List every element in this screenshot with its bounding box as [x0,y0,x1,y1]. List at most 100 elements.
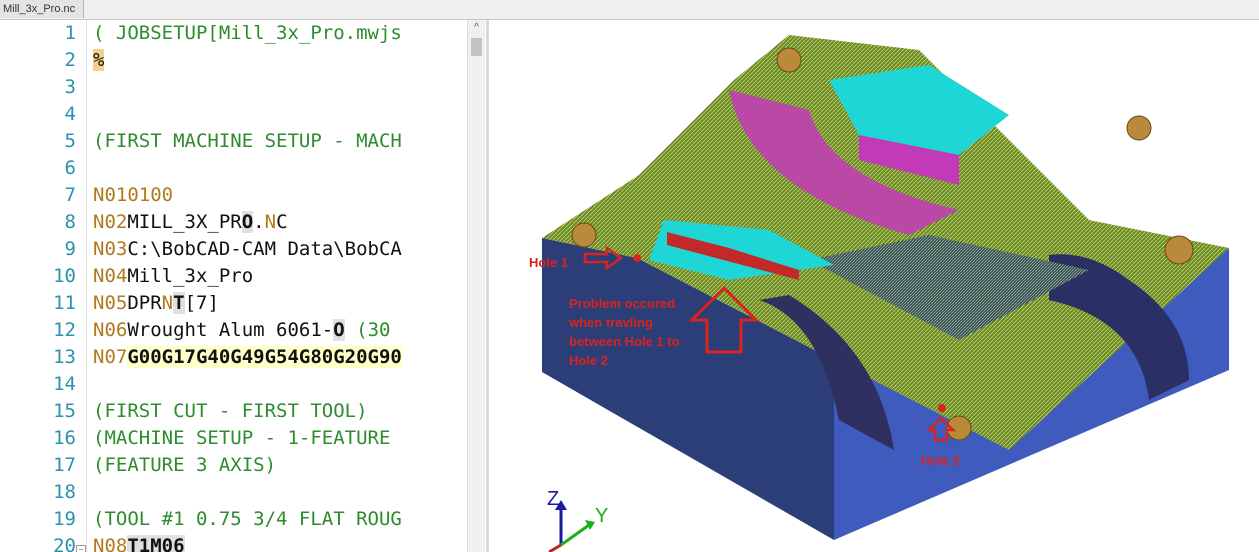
code-line[interactable]: 1 ( JOBSETUP[Mill_3x_Pro.mwjs [0,20,486,47]
code-token: N07 [93,346,128,368]
code-token: (FIRST CUT - FIRST TOOL) [93,400,368,422]
line-number: 6 [64,157,76,179]
code-line[interactable]: 19 (TOOL #1 0.75 3/4 FLAT ROUG [0,506,486,533]
code-token: N010100 [93,184,174,206]
code-text: (MACHINE SETUP - 1-FEATURE [93,425,467,452]
code-token: Mill_3x_Pro [127,265,254,287]
line-number: 9 [64,238,76,260]
axis-triad: Z Y [547,488,608,552]
axis-z-label: Z [547,488,559,510]
line-number: 13 [53,346,76,368]
cad-3d-viewport[interactable]: Hole 1 Problem occured when travling bet… [489,20,1259,552]
code-token: N06 [93,319,128,341]
code-text: N06Wrought Alum 6061-O (30 [93,317,467,344]
code-line[interactable]: 3 [0,74,486,101]
hole-1-marker [633,254,641,262]
line-number: 16 [53,427,76,449]
line-number: 3 [64,76,76,98]
hole-right [1164,235,1194,265]
code-token: N03 [93,238,128,260]
code-line[interactable]: 15 (FIRST CUT - FIRST TOOL) [0,398,486,425]
code-line[interactable]: 10 N04Mill_3x_Pro [0,263,486,290]
code-token: N [264,211,277,233]
code-line[interactable]: 13 N07G00G17G40G49G54G80G20G90 [0,344,486,371]
code-token: ( JOBSETUP[Mill_3x_Pro.mwjs [93,22,402,44]
line-number: 8 [64,211,76,233]
code-token: (30 [344,319,391,341]
tab-bar: Mill_3x_Pro.nc [0,0,1259,20]
code-token: (FEATURE 3 AXIS) [93,454,277,476]
line-number: 17 [53,454,76,476]
code-token: MILL_3X_PR [127,211,242,233]
code-token: T1M06 [127,535,185,552]
code-text: N05DPRNT[7] [93,290,467,317]
line-number: 18 [53,481,76,503]
code-token: . [253,211,265,233]
code-token: [7] [184,292,219,314]
line-number: 19 [53,508,76,530]
code-text: % [93,47,467,74]
code-line[interactable]: 11 N05DPRNT[7] [0,290,486,317]
fold-toggle-icon[interactable]: − [76,545,86,552]
code-token: T [173,292,185,314]
code-line[interactable]: 16 (MACHINE SETUP - 1-FEATURE [0,425,486,452]
code-token: N04 [93,265,128,287]
code-token: O [333,319,345,341]
code-line[interactable]: 6 [0,155,486,182]
code-text: N02MILL_3X_PRO.NC [93,209,467,236]
code-token: C [276,211,288,233]
code-text: (FIRST CUT - FIRST TOOL) [93,398,467,425]
code-token: (FIRST MACHINE SETUP - MACH [93,130,402,152]
code-token: N08 [93,535,128,552]
code-line[interactable]: 8 N02MILL_3X_PRO.NC [0,209,486,236]
code-line[interactable]: 17 (FEATURE 3 AXIS) [0,452,486,479]
code-text: N04Mill_3x_Pro [93,263,467,290]
code-line[interactable]: 14 [0,371,486,398]
problem-label-line-3: between Hole 1 to [569,334,680,349]
code-line[interactable]: 7 N010100 [0,182,486,209]
code-token: (MACHINE SETUP - 1-FEATURE [93,427,391,449]
code-line[interactable]: 12 N06Wrought Alum 6061-O (30 [0,317,486,344]
part-model-view: Hole 1 Problem occured when travling bet… [529,35,1229,552]
code-line[interactable]: 9 N03C:\BobCAD-CAM Data\BobCA [0,236,486,263]
nc-code-editor[interactable]: 1( JOBSETUP[Mill_3x_Pro.mwjs 2% 3 4 5 (FIRST … [0,20,486,552]
line-number: 10 [53,265,76,287]
code-token: N02 [93,211,128,233]
code-text: N08T1M06 [93,533,467,552]
code-line[interactable]: 18 [0,479,486,506]
vertical-scrollbar[interactable]: ^ [467,20,485,552]
hole-left [571,222,597,248]
code-token: C:\BobCAD-CAM Data\BobCA [127,238,402,260]
line-number: 2 [64,49,76,71]
line-number: 11 [53,292,76,314]
line-number: 15 [53,400,76,422]
code-token: O [241,211,254,233]
hole-top-right [1126,115,1152,141]
code-line[interactable]: 20 N08T1M06 [0,533,486,552]
code-text: N010100 [93,182,467,209]
code-token: G00G17G40G49G54G80G20G90 [127,346,402,368]
code-token: (TOOL #1 0.75 3/4 FLAT ROUG [93,508,402,530]
code-line[interactable]: 4 [0,101,486,128]
code-text: N07G00G17G40G49G54G80G20G90 [93,344,467,371]
code-text: (FEATURE 3 AXIS) [93,452,467,479]
hole-top-left [776,47,802,73]
code-line[interactable]: 2% [0,47,486,74]
code-token: N05 [93,292,128,314]
hole-2-marker [938,404,946,412]
code-token: % [93,49,105,71]
code-line[interactable]: 5 (FIRST MACHINE SETUP - MACH [0,128,486,155]
code-text: (FIRST MACHINE SETUP - MACH [93,128,467,155]
scrollbar-thumb[interactable] [471,38,482,56]
code-token: N [161,292,174,314]
line-number: 14 [53,373,76,395]
code-token: DPR [127,292,162,314]
scroll-up-icon[interactable]: ^ [468,20,485,36]
code-token: Wrought Alum 6061- [127,319,334,341]
file-tab[interactable]: Mill_3x_Pro.nc [0,0,84,18]
code-text: (TOOL #1 0.75 3/4 FLAT ROUG [93,506,467,533]
axis-y-label: Y [595,505,608,527]
line-number: 20 [53,535,76,552]
line-number: 7 [64,184,76,206]
line-number: 12 [53,319,76,341]
